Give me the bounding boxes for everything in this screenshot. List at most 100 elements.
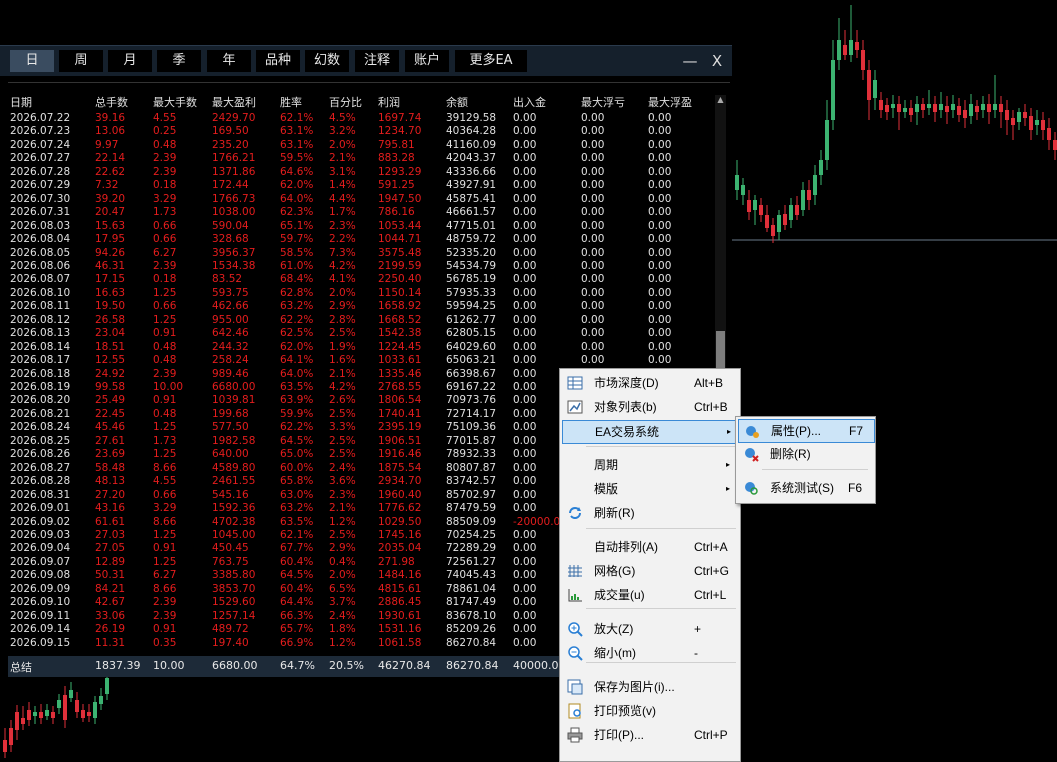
- ea-submenu-item[interactable]: 删除(R): [738, 443, 873, 465]
- column-header[interactable]: 最大盈利: [212, 94, 256, 110]
- tab-quarter[interactable]: 季: [157, 50, 201, 72]
- column-header[interactable]: 最大浮盈: [648, 94, 692, 110]
- minimize-button[interactable]: —: [680, 50, 700, 72]
- background-candle: [855, 30, 859, 58]
- context-menu-item[interactable]: 市场深度(D) Alt+B: [562, 372, 738, 394]
- table-cell: 0.00: [581, 179, 605, 192]
- table-cell: 64.1%: [280, 354, 314, 367]
- table-cell: 63.1%: [280, 125, 314, 138]
- column-header[interactable]: 百分比: [329, 94, 362, 110]
- tab-account[interactable]: 账户: [405, 50, 449, 72]
- context-menu-item[interactable]: EA交易系统 ▸: [562, 420, 740, 444]
- column-header[interactable]: 胜率: [280, 94, 302, 110]
- context-menu-item[interactable]: 自动排列(A) Ctrl+A: [562, 536, 738, 558]
- tab-magic[interactable]: 幻数: [305, 50, 349, 72]
- background-candle: [945, 96, 949, 124]
- close-button[interactable]: X: [707, 50, 727, 72]
- table-cell: 0.00: [581, 219, 605, 232]
- table-cell: 11.31: [95, 636, 126, 649]
- tab-day[interactable]: 日: [10, 50, 54, 72]
- table-cell: 48.13: [95, 475, 126, 488]
- menu-item-shortcut: Ctrl+P: [694, 728, 728, 742]
- table-cell: 0.48: [153, 354, 177, 367]
- menu-item-label: 放大(Z): [594, 622, 634, 636]
- column-header[interactable]: 出入金: [513, 94, 546, 110]
- column-header[interactable]: 利润: [378, 94, 400, 110]
- table-cell: 1982.58: [212, 434, 256, 447]
- table-cell: 244.32: [212, 340, 249, 353]
- context-menu-item[interactable]: 放大(Z) +: [562, 618, 738, 640]
- table-cell: 1061.58: [378, 636, 422, 649]
- table-cell: 0.00: [513, 125, 537, 138]
- column-header[interactable]: 日期: [10, 94, 32, 110]
- table-cell: 258.24: [212, 354, 249, 367]
- ea-submenu-item[interactable]: 系统测试(S) F6: [738, 477, 873, 499]
- table-cell: 1740.41: [378, 407, 422, 420]
- context-menu-item[interactable]: 周期 ▸: [562, 454, 738, 476]
- table-cell: 0.00: [513, 475, 537, 488]
- context-menu-item[interactable]: 缩小(m) -: [562, 642, 738, 664]
- table-cell: 2.39: [153, 609, 177, 622]
- table-cell: 2461.55: [212, 475, 256, 488]
- table-cell: 1.4%: [329, 179, 356, 192]
- table-cell: 2.4%: [329, 609, 356, 622]
- context-menu-item[interactable]: 模版 ▸: [562, 478, 738, 500]
- table-cell: 1658.92: [378, 300, 422, 313]
- table-cell: 2.3%: [329, 219, 356, 232]
- tab-month[interactable]: 月: [108, 50, 152, 72]
- table-cell: 1930.61: [378, 609, 422, 622]
- context-menu-item[interactable]: 网格(G) Ctrl+G: [562, 560, 738, 582]
- table-cell: 2026.07.27: [10, 152, 71, 165]
- table-cell: 0.00: [581, 273, 605, 286]
- context-menu-item[interactable]: 打印(P)... Ctrl+P: [562, 724, 738, 746]
- context-menu-item[interactable]: 保存为图片(i)...: [562, 676, 738, 698]
- table-cell: 0.00: [513, 555, 537, 568]
- column-header[interactable]: 余额: [446, 94, 468, 110]
- background-candle: [819, 150, 823, 185]
- context-menu-item[interactable]: 对象列表(b) Ctrl+B: [562, 396, 738, 418]
- context-menu-item[interactable]: 刷新(R): [562, 502, 738, 524]
- table-cell: 0.00: [513, 273, 537, 286]
- table-cell: 48759.72: [446, 233, 497, 246]
- menu-item-label: 刷新(R): [594, 506, 635, 520]
- background-candle: [1023, 104, 1027, 126]
- column-header[interactable]: 最大浮亏: [581, 94, 625, 110]
- table-cell: 8.66: [153, 582, 177, 595]
- column-header[interactable]: 最大手数: [153, 94, 197, 110]
- column-header[interactable]: 总手数: [95, 94, 128, 110]
- tab-week[interactable]: 周: [59, 50, 103, 72]
- table-cell: 23.69: [95, 448, 126, 461]
- background-candle: [27, 702, 31, 726]
- scroll-up-arrow-icon[interactable]: ▲: [716, 95, 725, 105]
- table-cell: 0.00: [648, 354, 672, 367]
- context-menu-item[interactable]: 打印预览(v): [562, 700, 738, 722]
- tab-symbol[interactable]: 品种: [256, 50, 300, 72]
- tab-year[interactable]: 年: [207, 50, 251, 72]
- tab-more-ea[interactable]: 更多EA: [455, 50, 527, 72]
- tab-comment[interactable]: 注释: [355, 50, 399, 72]
- table-cell: 2.5%: [329, 448, 356, 461]
- table-cell: 1224.45: [378, 340, 422, 353]
- background-candle: [909, 100, 913, 122]
- table-cell: 4589.80: [212, 461, 256, 474]
- menu-item-label: 打印(P)...: [594, 728, 644, 742]
- table-cell: 61262.77: [446, 313, 497, 326]
- table-cell: 1529.60: [212, 596, 256, 609]
- context-menu-item[interactable]: 成交量(u) Ctrl+L: [562, 584, 738, 606]
- table-cell: 67.7%: [280, 542, 314, 555]
- table-cell: 59.7%: [280, 233, 314, 246]
- table-cell: 64.6%: [280, 165, 314, 178]
- table-cell: 6.5%: [329, 582, 356, 595]
- menu-item-shortcut: Ctrl+A: [694, 540, 728, 554]
- table-cell: 4.55: [153, 112, 177, 124]
- table-cell: 63.5%: [280, 515, 314, 528]
- table-cell: 94.26: [95, 246, 126, 259]
- scrollbar-thumb[interactable]: [716, 331, 725, 369]
- header-divider: [8, 82, 730, 83]
- table-cell: 72714.17: [446, 407, 497, 420]
- background-candle: [1029, 108, 1033, 140]
- table-cell: 0.00: [648, 165, 672, 178]
- background-candle: [735, 160, 739, 200]
- ea-submenu-item[interactable]: 属性(P)... F7: [738, 419, 875, 443]
- table-cell: 0.25: [153, 125, 177, 138]
